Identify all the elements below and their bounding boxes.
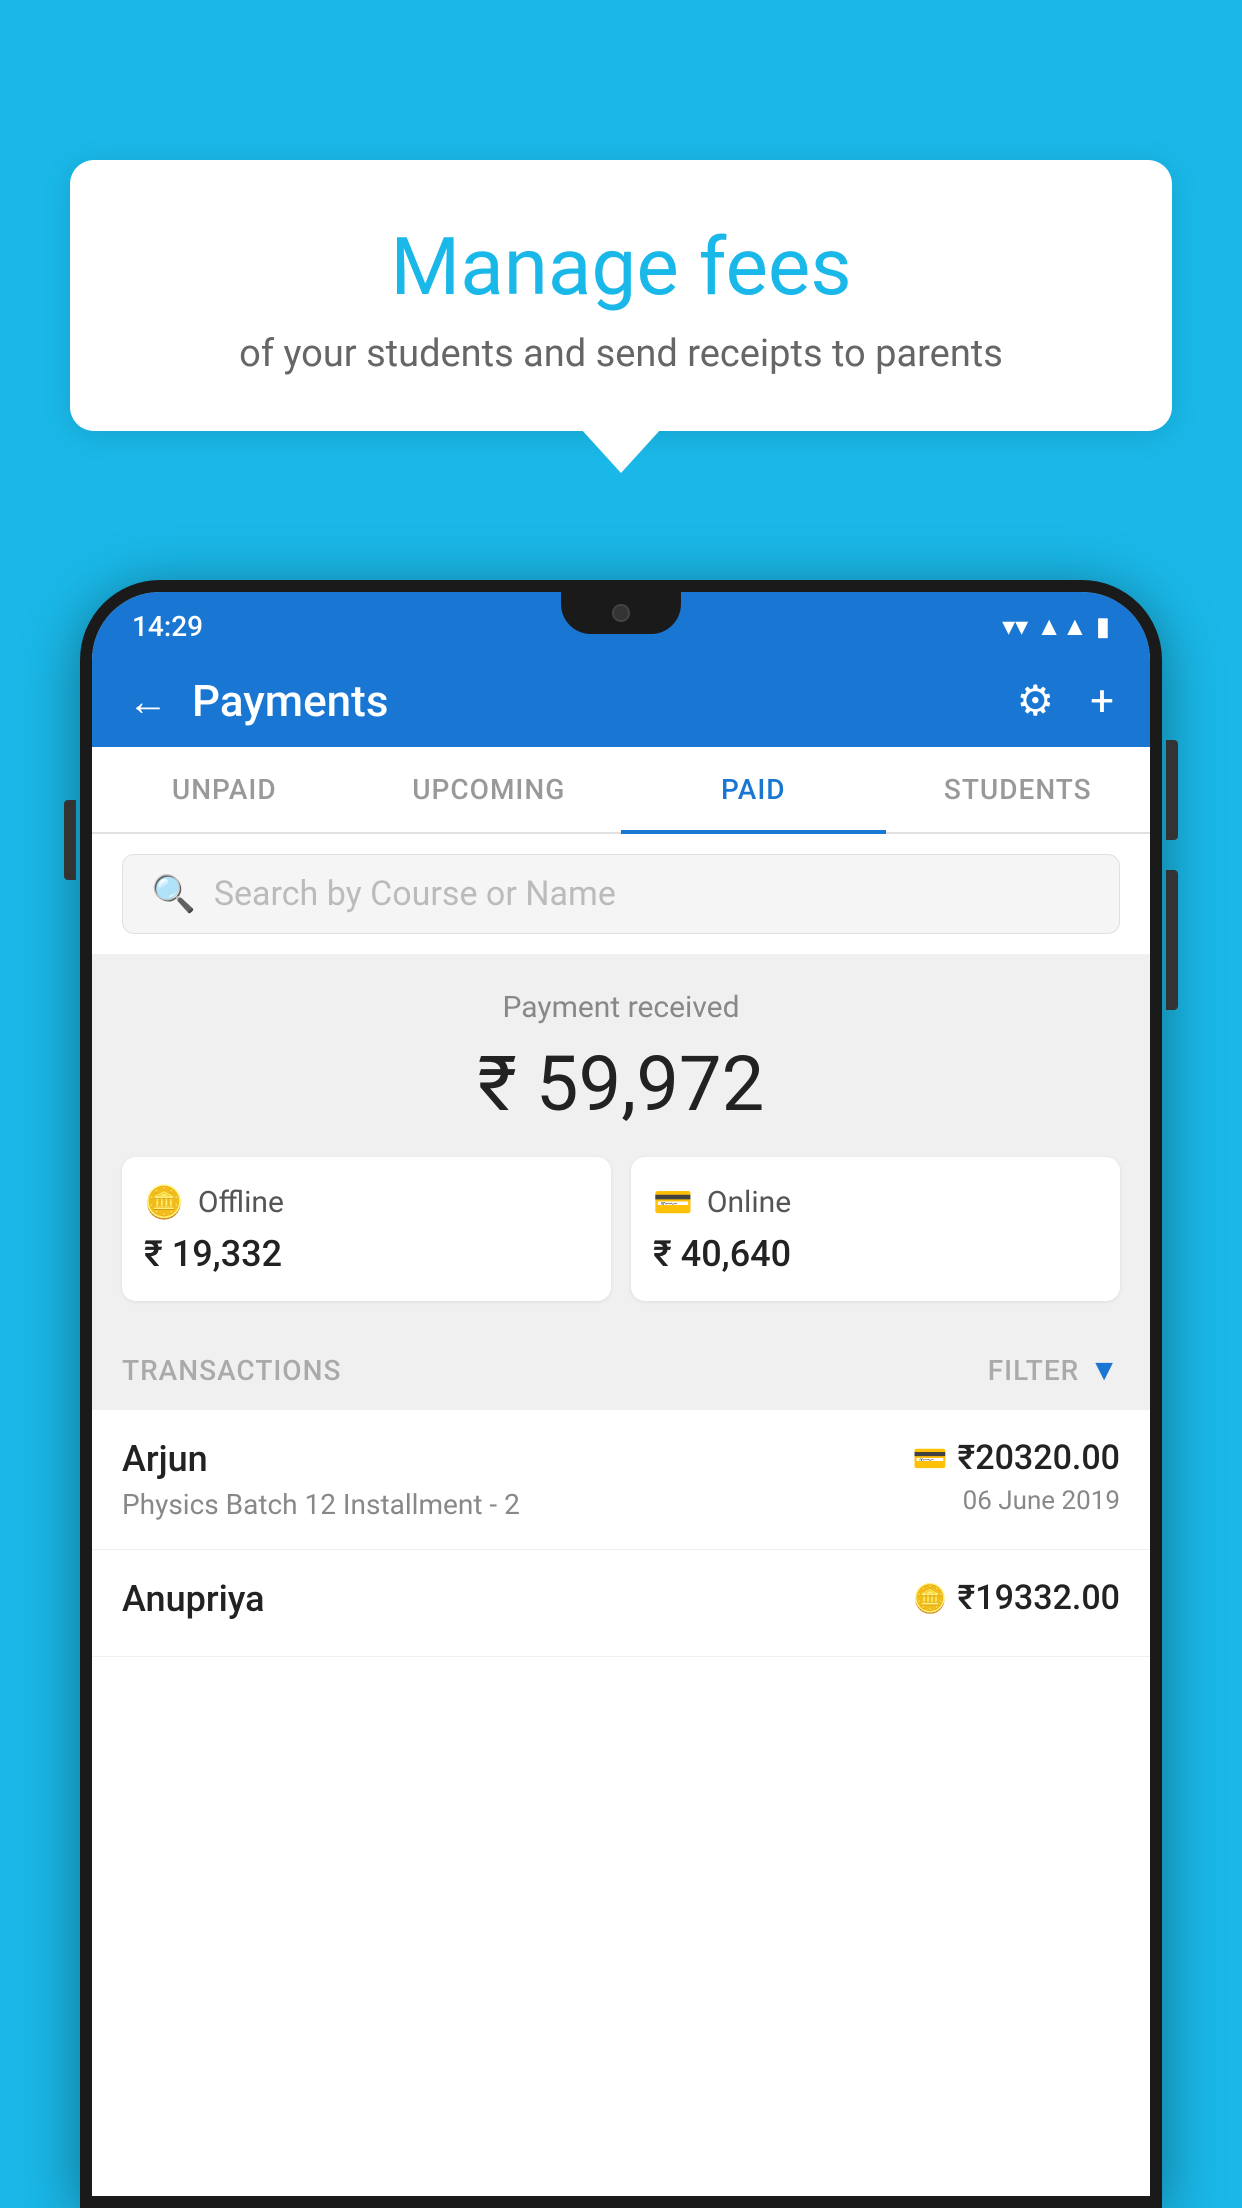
transaction-right: 🪙 ₹19332.00 — [913, 1578, 1120, 1626]
filter-label: FILTER — [988, 1354, 1080, 1387]
transaction-amount: ₹19332.00 — [958, 1578, 1120, 1618]
status-icons: ▾▾ ▲▲ ▮ — [1002, 611, 1110, 642]
notch — [561, 592, 681, 634]
battery-icon: ▮ — [1096, 612, 1110, 642]
search-container: 🔍 Search by Course or Name — [92, 834, 1150, 954]
online-card-header: 💳 Online — [653, 1183, 1098, 1221]
signal-icon: ▲▲ — [1036, 611, 1087, 642]
tabs-bar: UNPAID UPCOMING PAID STUDENTS — [92, 747, 1150, 834]
transaction-left: Arjun Physics Batch 12 Installment - 2 — [122, 1438, 520, 1521]
offline-icon: 🪙 — [144, 1183, 184, 1221]
transaction-item[interactable]: Arjun Physics Batch 12 Installment - 2 💳… — [92, 1410, 1150, 1550]
payment-received-label: Payment received — [122, 990, 1120, 1025]
transaction-name: Anupriya — [122, 1578, 265, 1620]
payment-summary: Payment received ₹ 59,972 🪙 Offline ₹ 19… — [92, 954, 1150, 1331]
search-icon: 🔍 — [151, 873, 196, 915]
tab-unpaid[interactable]: UNPAID — [92, 747, 357, 832]
phone-screen: 14:29 ▾▾ ▲▲ ▮ ← Payments ⚙ + UNPAID — [92, 592, 1150, 2196]
transaction-right: 💳 ₹20320.00 06 June 2019 — [913, 1438, 1120, 1516]
filter-icon: ▼ — [1089, 1353, 1120, 1388]
volume-down-button — [1166, 870, 1178, 1010]
online-label: Online — [707, 1185, 791, 1220]
tab-paid[interactable]: PAID — [621, 747, 886, 832]
back-button[interactable]: ← — [128, 678, 168, 725]
tab-students[interactable]: STUDENTS — [886, 747, 1151, 832]
offline-card-header: 🪙 Offline — [144, 1183, 589, 1221]
tooltip-card: Manage fees of your students and send re… — [70, 160, 1172, 431]
tooltip-subtitle: of your students and send receipts to pa… — [120, 332, 1122, 376]
payment-cards: 🪙 Offline ₹ 19,332 💳 Online ₹ 40,640 — [122, 1157, 1120, 1301]
transaction-amount: ₹20320.00 — [958, 1438, 1120, 1478]
settings-icon[interactable]: ⚙ — [1017, 676, 1055, 726]
page-title: Payments — [192, 675, 388, 727]
search-placeholder: Search by Course or Name — [214, 874, 616, 914]
volume-button — [64, 800, 76, 880]
app-bar: ← Payments ⚙ + — [92, 655, 1150, 747]
offline-card: 🪙 Offline ₹ 19,332 — [122, 1157, 611, 1301]
offline-amount: ₹ 19,332 — [144, 1233, 589, 1275]
transaction-name: Arjun — [122, 1438, 520, 1480]
online-icon: 💳 — [653, 1183, 693, 1221]
phone-frame: 14:29 ▾▾ ▲▲ ▮ ← Payments ⚙ + UNPAID — [80, 580, 1162, 2208]
transaction-amount-row: 💳 ₹20320.00 — [913, 1438, 1120, 1478]
offline-label: Offline — [198, 1185, 284, 1220]
transaction-course: Physics Batch 12 Installment - 2 — [122, 1488, 520, 1521]
add-button[interactable]: + — [1090, 677, 1114, 726]
status-time: 14:29 — [132, 610, 203, 643]
payment-type-icon: 💳 — [913, 1442, 948, 1475]
front-camera — [612, 604, 630, 622]
app-bar-left: ← Payments — [128, 675, 388, 727]
transactions-label: TRANSACTIONS — [122, 1354, 341, 1387]
wifi-icon: ▾▾ — [1002, 612, 1028, 642]
filter-button[interactable]: FILTER ▼ — [988, 1353, 1120, 1388]
status-bar: 14:29 ▾▾ ▲▲ ▮ — [92, 592, 1150, 655]
tooltip-title: Manage fees — [120, 220, 1122, 314]
power-button — [1166, 740, 1178, 840]
transaction-date: 06 June 2019 — [913, 1486, 1120, 1516]
transaction-amount-row: 🪙 ₹19332.00 — [913, 1578, 1120, 1618]
online-amount: ₹ 40,640 — [653, 1233, 1098, 1275]
transaction-left: Anupriya — [122, 1578, 265, 1628]
transaction-item[interactable]: Anupriya 🪙 ₹19332.00 — [92, 1550, 1150, 1657]
tab-upcoming[interactable]: UPCOMING — [357, 747, 622, 832]
search-bar[interactable]: 🔍 Search by Course or Name — [122, 854, 1120, 934]
transaction-list: Arjun Physics Batch 12 Installment - 2 💳… — [92, 1410, 1150, 2196]
payment-total-amount: ₹ 59,972 — [122, 1039, 1120, 1129]
transactions-header: TRANSACTIONS FILTER ▼ — [92, 1331, 1150, 1410]
app-bar-right: ⚙ + — [1017, 676, 1115, 726]
payment-type-icon: 🪙 — [913, 1582, 948, 1615]
online-card: 💳 Online ₹ 40,640 — [631, 1157, 1120, 1301]
